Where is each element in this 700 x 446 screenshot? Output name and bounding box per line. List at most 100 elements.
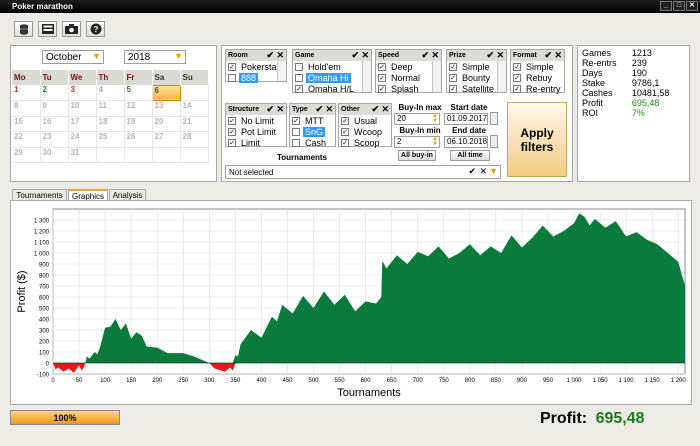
calendar-day[interactable]: 4 (96, 85, 125, 102)
start-date-field[interactable]: 01.09.2017 (444, 113, 488, 125)
checkbox[interactable] (295, 73, 303, 82)
start-date-picker[interactable] (490, 112, 498, 125)
game-option[interactable]: Hold'em (293, 61, 371, 72)
checkbox[interactable]: ✓ (449, 62, 457, 71)
stepper-icon[interactable]: ▲ ▼ (432, 136, 438, 147)
calendar-day[interactable] (124, 147, 153, 164)
calendar-day[interactable]: 11 (96, 100, 125, 117)
checkbox[interactable]: ✓ (378, 73, 386, 82)
calendar-day[interactable]: 26 (124, 131, 153, 148)
calendar-day[interactable]: 25 (96, 131, 125, 148)
checkbox[interactable]: ✓ (378, 84, 386, 93)
clear-icon[interactable]: ✕ (276, 104, 284, 115)
calendar-day[interactable]: 5 (124, 85, 153, 102)
checkbox[interactable]: ✓ (513, 62, 521, 71)
structure-option[interactable]: ✓ Pot Limit (226, 126, 286, 137)
calendar-day[interactable]: 14 (180, 100, 209, 117)
calendar-day[interactable]: 6 (151, 84, 181, 102)
check-all-icon[interactable]: ✔ (315, 104, 323, 115)
checkbox[interactable] (295, 62, 303, 71)
scrollbar[interactable] (497, 61, 506, 92)
calendar-day[interactable] (96, 147, 125, 164)
calendar-day[interactable]: 24 (68, 131, 97, 148)
month-select[interactable]: October ▼ (42, 50, 104, 64)
calendar-day[interactable] (152, 147, 181, 164)
type-option[interactable]: SnG (290, 126, 335, 137)
calendar-day[interactable]: 16 (40, 116, 69, 133)
calendar-day[interactable]: 18 (96, 116, 125, 133)
calendar-day[interactable]: 22 (12, 131, 41, 148)
checkbox[interactable]: ✓ (228, 138, 236, 147)
check-all-icon[interactable]: ✔ (486, 50, 494, 61)
apply-filters-button[interactable]: Apply filters (507, 102, 567, 177)
calendar-day[interactable]: 19 (124, 116, 153, 133)
year-select[interactable]: 2018 ▼ (124, 50, 186, 64)
clear-icon[interactable]: ✕ (276, 50, 284, 61)
calendar-day[interactable] (180, 85, 209, 102)
checkbox[interactable]: ✓ (341, 138, 349, 147)
format-option[interactable]: ✓ Re-entry (511, 83, 564, 94)
checkbox[interactable]: ✓ (513, 73, 521, 82)
checkbox[interactable]: ✓ (341, 127, 349, 136)
check-all-icon[interactable]: ✔ (266, 50, 274, 61)
clear-icon[interactable]: ✕ (325, 104, 333, 115)
all-buyin-button[interactable]: All buy-in (398, 150, 436, 161)
calendar-day[interactable]: 28 (180, 131, 209, 148)
clear-icon[interactable]: ✕ (554, 50, 562, 61)
checkbox[interactable]: ✓ (295, 84, 303, 93)
checkbox[interactable] (228, 73, 236, 82)
check-icon[interactable]: ✔ (468, 166, 476, 177)
calendar-day[interactable]: 27 (152, 131, 181, 148)
clear-icon[interactable]: ✕ (496, 50, 504, 61)
checkbox[interactable]: ✓ (378, 62, 386, 71)
other-option[interactable]: ✓ Wcoop (339, 126, 391, 137)
calendar-day[interactable]: 20 (152, 116, 181, 133)
scrollbar[interactable] (277, 61, 286, 81)
scrollbar[interactable] (362, 61, 371, 92)
checkbox[interactable]: ✓ (513, 84, 521, 93)
calendar-day[interactable]: 13 (152, 100, 181, 117)
buyin-max-field[interactable]: 20 ▲ ▼ (394, 113, 440, 125)
clear-icon[interactable]: ✕ (361, 50, 369, 61)
help-icon[interactable]: ? (86, 21, 105, 37)
clear-icon[interactable]: ✕ (431, 50, 439, 61)
type-option[interactable]: ✓ MTT (290, 115, 335, 126)
structure-option[interactable]: ✓ No Limit (226, 115, 286, 126)
check-all-icon[interactable]: ✔ (371, 104, 379, 115)
calendar-day[interactable]: 17 (68, 116, 97, 133)
checkbox[interactable]: ✓ (228, 116, 236, 125)
clear-icon[interactable]: ✕ (381, 104, 389, 115)
end-date-field[interactable]: 06.10.2018 (444, 136, 488, 148)
calendar-day[interactable]: 30 (40, 147, 69, 164)
check-all-icon[interactable]: ✔ (421, 50, 429, 61)
game-option[interactable]: ✓ Omaha H/L (293, 83, 371, 94)
close-icon[interactable]: ✕ (479, 166, 487, 177)
chevron-down-icon[interactable]: ▼ (489, 166, 498, 176)
minimize-button[interactable]: _ (660, 1, 672, 11)
maximize-button[interactable]: □ (673, 1, 685, 11)
close-button[interactable]: ✕ (686, 1, 698, 11)
filter-icon[interactable] (38, 21, 57, 37)
buyin-min-field[interactable]: 2 ▲ ▼ (394, 136, 440, 148)
all-time-button[interactable]: All time (450, 150, 490, 161)
checkbox[interactable]: ✓ (228, 62, 236, 71)
check-all-icon[interactable]: ✔ (351, 50, 359, 61)
calendar-day[interactable]: 21 (180, 116, 209, 133)
checkbox[interactable]: ✓ (449, 73, 457, 82)
calendar-day[interactable]: 2 (40, 85, 69, 102)
checkbox[interactable] (292, 138, 300, 147)
database-icon[interactable] (14, 21, 33, 37)
checkbox[interactable]: ✓ (228, 127, 236, 136)
game-option[interactable]: Omaha Hi (293, 72, 371, 83)
scrollbar[interactable] (432, 61, 441, 92)
calendar-day[interactable]: 12 (124, 100, 153, 117)
end-date-picker[interactable] (490, 135, 498, 148)
other-option[interactable]: ✓ Scoop (339, 137, 391, 148)
calendar-day[interactable]: 23 (40, 131, 69, 148)
format-option[interactable]: ✓ Simple (511, 61, 564, 72)
check-all-icon[interactable]: ✔ (544, 50, 552, 61)
check-all-icon[interactable]: ✔ (266, 104, 274, 115)
other-option[interactable]: ✓ Usual (339, 115, 391, 126)
checkbox[interactable]: ✓ (449, 84, 457, 93)
calendar-day[interactable] (180, 147, 209, 164)
